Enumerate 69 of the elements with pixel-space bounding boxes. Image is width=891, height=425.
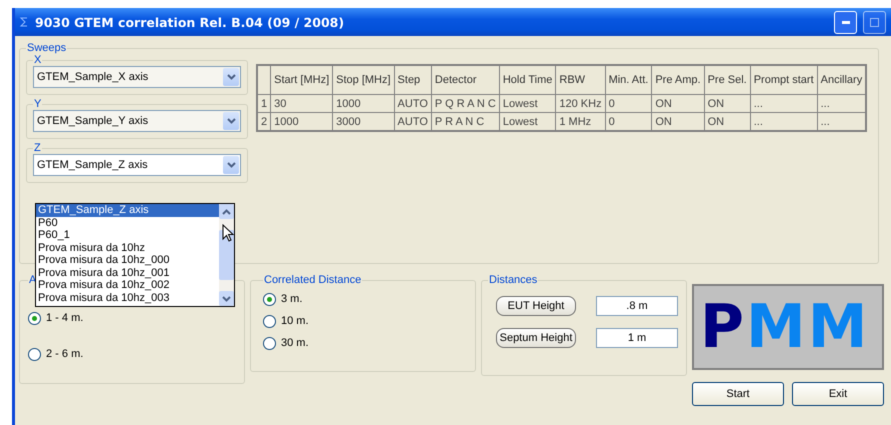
group-label: Distances	[488, 274, 538, 286]
list-item[interactable]: P60	[36, 216, 219, 229]
radio-label: 1 - 4 m.	[46, 312, 84, 324]
column-header: RBW	[556, 65, 606, 94]
chevron-down-icon	[226, 162, 236, 168]
list-item[interactable]: Prova misura da 10hz_003	[36, 292, 219, 304]
logo-letter: M	[808, 291, 868, 364]
table-cell: AUTO	[394, 94, 432, 112]
table-cell: 30	[270, 94, 333, 112]
height-button[interactable]: EUT Height	[496, 296, 576, 316]
table-cell: Lowest	[499, 94, 556, 112]
group-label: X	[33, 54, 42, 66]
radio-label: 30 m.	[281, 337, 309, 349]
chevron-down-icon	[222, 296, 231, 302]
list-item[interactable]: GTEM_Sample_Z axis	[36, 204, 219, 216]
table-cell: 120 KHz	[556, 94, 606, 112]
column-header: Prompt start	[750, 65, 818, 94]
height-field[interactable]: 1 m	[596, 328, 678, 348]
group-label: Z	[33, 142, 42, 154]
window-title: 9030 GTEM correlation Rel. B.04 (09 / 2008)	[35, 14, 346, 30]
table-cell: ON	[704, 94, 750, 112]
list-item[interactable]: P60_1	[36, 229, 219, 242]
start-button[interactable]: Start	[692, 382, 784, 406]
radio-button[interactable]	[28, 348, 41, 360]
exit-button[interactable]: Exit	[792, 382, 884, 406]
height-button[interactable]: Septum Height	[496, 328, 576, 348]
table-cell: 1000	[332, 94, 394, 112]
radio-button[interactable]	[28, 312, 41, 324]
column-header: Stop [MHz]	[332, 65, 394, 94]
height-field[interactable]: .8 m	[596, 296, 678, 316]
group-label: Y	[33, 98, 42, 110]
axis-dropdown[interactable]: GTEM_Sample_X axis	[33, 66, 241, 88]
group-label: Correlated Distance	[263, 274, 362, 286]
list-item[interactable]: Prova misura da 10hz_002	[36, 279, 219, 292]
app-icon	[19, 17, 29, 27]
radio-label: 10 m.	[281, 315, 309, 327]
axis-dropdown[interactable]: GTEM_Sample_Y axis	[33, 110, 241, 132]
maximize-button[interactable]	[863, 10, 886, 34]
radio-label: 3 m.	[281, 293, 302, 305]
minimize-icon	[842, 20, 850, 24]
radio-button[interactable]	[263, 292, 276, 306]
chevron-down-icon	[226, 118, 236, 124]
column-header: Hold Time	[499, 65, 556, 94]
logo-letter: M	[746, 291, 806, 364]
list-item[interactable]: Prova misura da 10hz_000	[36, 254, 219, 266]
radio-label: 2 - 6 m.	[46, 348, 84, 360]
minimize-button[interactable]	[834, 10, 857, 34]
list-item[interactable]: Prova misura da 10hz_001	[36, 266, 219, 279]
group-label: Sweeps	[26, 42, 68, 54]
chevron-up-icon	[222, 208, 231, 214]
maximize-icon	[870, 18, 879, 26]
table-cell: ON	[652, 94, 704, 112]
column-header: Step	[394, 65, 432, 94]
list-item[interactable]: Prova misura da 10hz	[36, 242, 219, 254]
axis-dropdown[interactable]: GTEM_Sample_Z axis	[33, 154, 241, 176]
logo-letter: P	[700, 291, 744, 364]
column-header: Pre Amp.	[652, 65, 704, 94]
column-header: Start [MHz]	[270, 65, 333, 94]
table-cell: ...	[750, 94, 818, 112]
table-cell: 0	[605, 94, 652, 112]
column-header: Detector	[431, 65, 500, 94]
column-header: Min. Att.	[605, 65, 652, 94]
chevron-down-icon	[226, 74, 236, 80]
radio-button[interactable]	[263, 314, 276, 328]
scrollbar[interactable]	[219, 204, 234, 306]
table-cell: P Q R A N C	[431, 94, 500, 112]
column-header: Pre Sel.	[704, 65, 750, 94]
row-number: 1	[257, 94, 271, 112]
radio-button[interactable]	[263, 336, 276, 350]
